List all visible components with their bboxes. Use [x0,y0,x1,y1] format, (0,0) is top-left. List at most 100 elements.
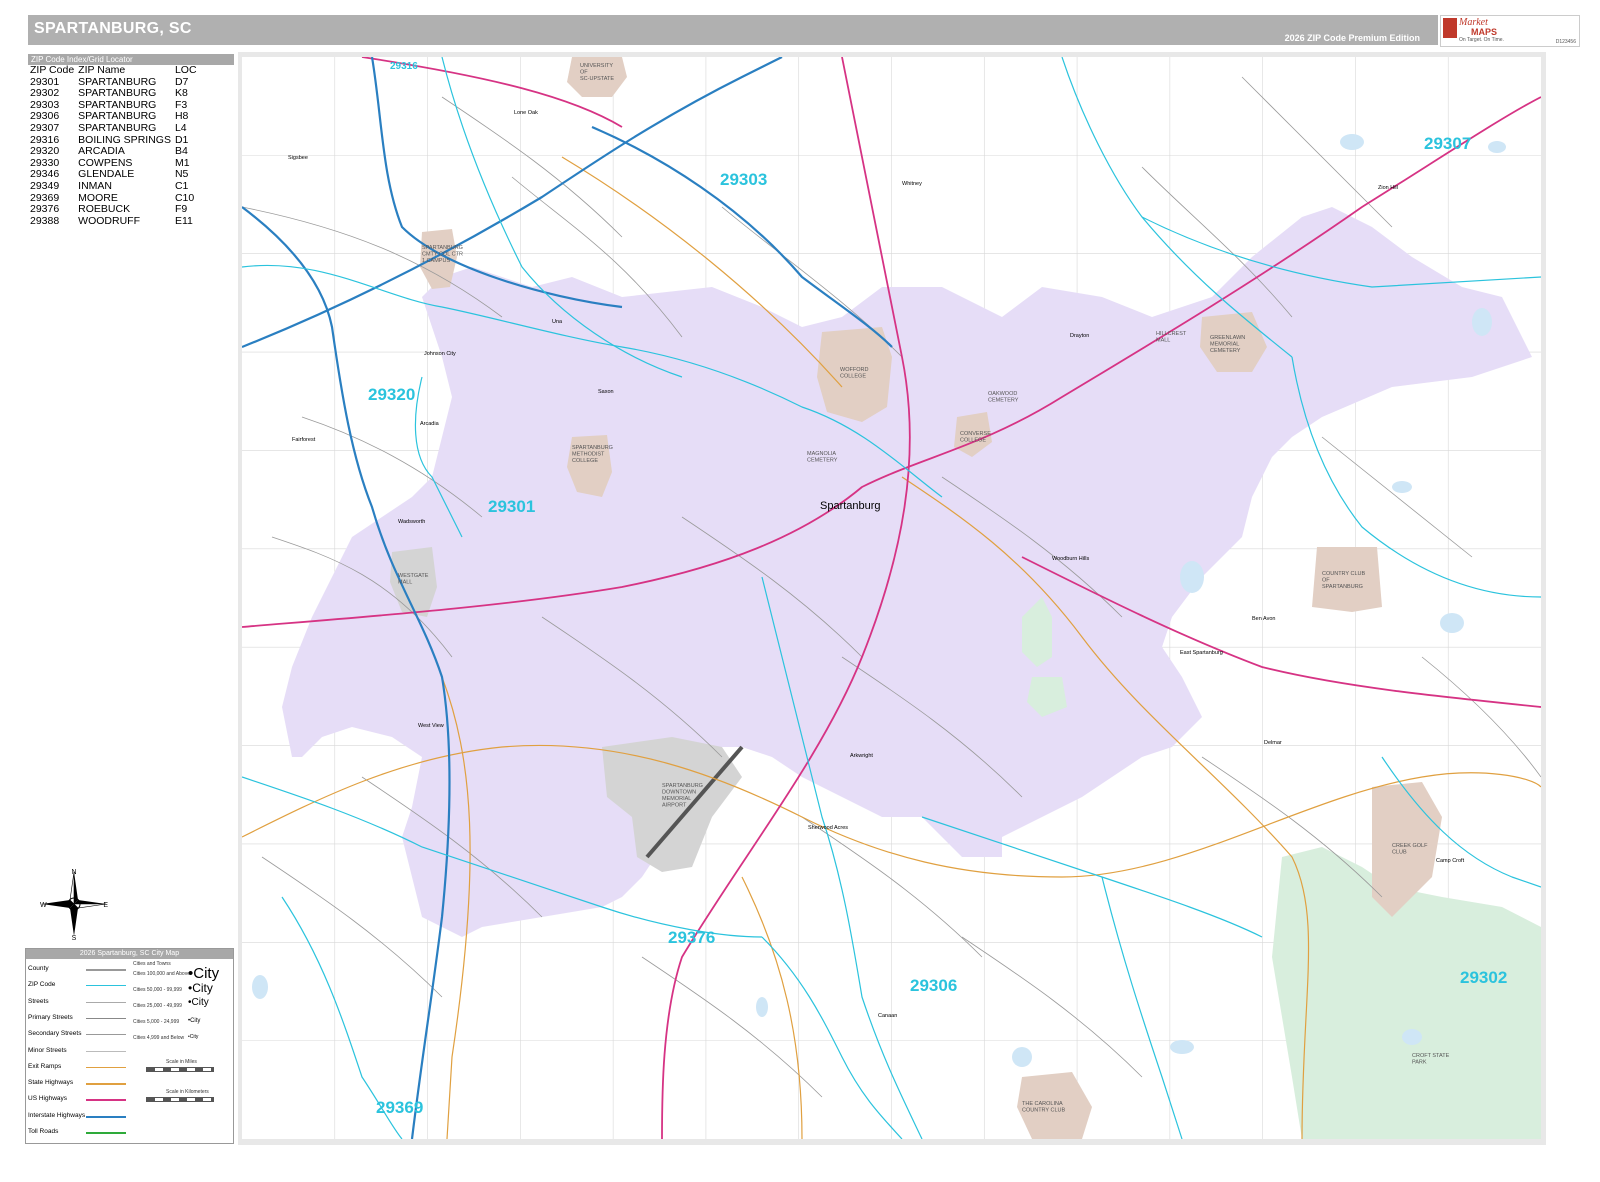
legend-item: State Highways [28,1079,74,1087]
legend-item: County [28,965,49,972]
legend-scale-bar [146,1067,214,1072]
zip-label-29302: 29302 [1460,968,1507,987]
compass-s: S [72,935,77,940]
zip-code-cell: 29320 [30,145,60,158]
town-label: Sigsbee [288,155,308,161]
loc-cell: B4 [174,145,188,158]
map-title: SPARTANBURG, SC [34,20,192,37]
landmark-label: OAKWOOD CEMETERY [988,391,1019,404]
town-label: Arkwright [850,753,873,759]
legend-scale-bar [146,1097,214,1102]
legend-item: Primary Streets [28,1013,73,1021]
town-label: Arcadia [420,421,440,427]
zip-code-cell: 29376 [30,203,60,216]
legend-title: 2026 Spartanburg, SC City Map [26,949,233,959]
town-label: Sherwood Acres [808,825,848,831]
legend-city-size-label: Cities 25,000 - 49,999 [133,1003,182,1009]
loc-cell: L4 [174,121,187,134]
zip-index-table: ZIP Code ZIP Name LOC 29301 SPARTANBURG D7… [30,64,201,228]
legend-line-sample [86,1099,126,1102]
town-label: Saxon [598,389,614,395]
legend-city-sample: •City [188,981,213,995]
zip-index-row: 29388 WOODRUFF E11 [30,214,201,228]
zip-name-cell: SPARTANBURG [78,121,157,134]
town-label: Canaan [878,1013,897,1019]
legend-line-sample [86,1132,126,1134]
town-label: Delmar [1264,740,1282,746]
legend-city-size-label: Cities 4,999 and Below [133,1035,185,1041]
town-label: Una [552,319,563,325]
legend-line-sample [86,969,126,971]
zip-index-row: 29349 INMAN C1 [30,179,201,193]
zip-label-29376: 29376 [668,928,715,947]
zip-label-29369: 29369 [376,1098,423,1117]
legend-item: Exit Ramps [28,1062,62,1070]
logo-id: D123456 [1555,39,1576,45]
zip-code-cell: 29307 [30,121,60,134]
zip-index-header-row: ZIP Code ZIP Name LOC [30,64,201,77]
zip-name-cell: ARCADIA [78,145,125,158]
legend-city-sample: •City [188,1018,201,1024]
town-label: East Spartanburg [1180,650,1223,656]
legend-city-sample: •City [188,1034,199,1040]
legend-city-sample: •City [188,965,220,982]
zip-label-29316: 29316 [390,61,418,72]
loc-cell: C1 [174,179,189,192]
legend-item: ZIP Code [28,981,56,989]
edition-label: 2026 ZIP Code Premium Edition [1284,33,1420,43]
loc-cell: F9 [174,203,188,216]
zip-name-cell: INMAN [78,179,113,192]
legend-city-sample: •City [188,997,209,1008]
zip-label-29307: 29307 [1424,134,1471,153]
town-label: Camp Croft [1436,858,1465,864]
city-label: Spartanburg [820,500,881,512]
zip-name-cell: ROEBUCK [78,203,131,216]
legend-line-sample [86,1001,126,1003]
col-loc: LOC [174,64,197,76]
legend-city-size-label: Cities 50,000 - 99,999 [133,987,182,993]
zip-label-29301: 29301 [488,497,535,516]
town-label: Ben Avon [1252,616,1275,622]
legend-line-sample [86,1050,126,1052]
legend-item: Streets [28,997,49,1005]
legend-item: US Highways [28,1095,68,1103]
market-maps-logo: Market MAPS On Target. On Time. D123456 [1440,15,1580,47]
logo-maps: MAPS [1471,27,1498,37]
col-zip-code: ZIP Code [30,64,75,76]
compass-w: W [40,902,47,909]
legend-item: Secondary Streets [28,1030,82,1038]
town-label: West View [418,723,444,729]
compass-rose-icon: N S E W [40,869,108,940]
legend-line-sample [86,1017,126,1019]
title-bar: SPARTANBURG, SC 2026 ZIP Code Premium Ed… [28,15,1438,45]
zip-label-29303: 29303 [720,170,767,189]
town-label: Lone Oak [514,110,538,116]
legend-item: Toll Roads [28,1128,59,1135]
compass-e: E [103,902,108,909]
zip-index-row: 29307 SPARTANBURG L4 [30,121,201,135]
legend-scale-label: Scale in Kilometers [166,1089,209,1095]
zip-index-row: 29320 ARCADIA B4 [30,146,201,158]
zip-name-cell: WOODRUFF [78,214,140,227]
zip-label-29320: 29320 [368,385,415,404]
legend-item: Minor Streets [28,1046,67,1054]
legend-line-sample [86,1115,126,1118]
town-label: Johnson City [424,351,456,357]
town-label: Woodburn Hills [1052,556,1089,562]
town-label: Drayton [1070,333,1089,339]
zip-index-panel: ZIP Code Index/Grid Locator ZIP Code ZIP… [28,54,234,227]
landmark-label: MAGNOLIA CEMETERY [807,451,838,464]
zip-code-cell: 29388 [30,214,60,227]
town-label: Wadsworth [398,519,425,525]
legend-line-sample [86,1034,126,1036]
map-canvas[interactable]: 29303 29307 29320 29301 29376 29306 29302 29369… [242,57,1541,1139]
town-label: Whitney [902,181,922,187]
zip-label-29306: 29306 [910,976,957,995]
legend-line-sample [86,1066,126,1068]
legend-scale-label: Scale in Miles [166,1059,197,1065]
compass-n: N [71,869,76,876]
logo-icon [1443,18,1457,38]
legend-cities-header: Cities and Towns [133,961,171,967]
zip-code-cell: 29349 [30,179,60,192]
landmark-label: WOFFORD COLLEGE [840,367,868,380]
